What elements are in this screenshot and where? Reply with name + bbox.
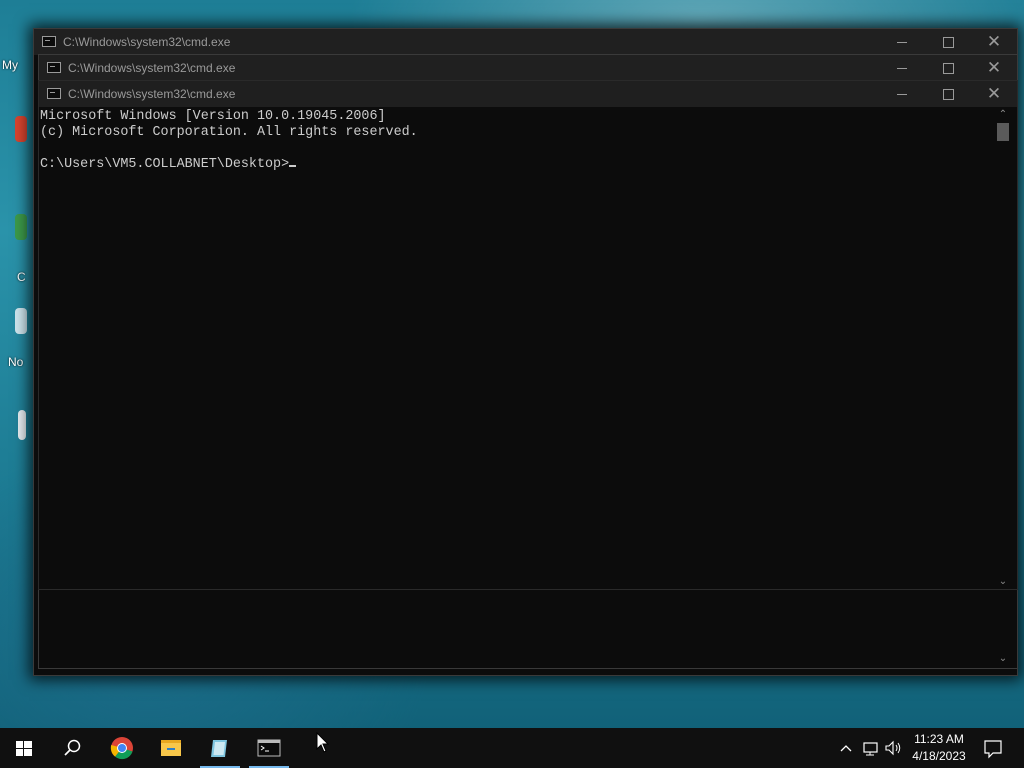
window-title: C:\Windows\system32\cmd.exe: [68, 61, 236, 75]
cmd-icon: [47, 88, 61, 99]
desktop-icon-label: C: [17, 270, 26, 284]
cmd-icon: [47, 62, 61, 73]
search-button[interactable]: [48, 728, 96, 768]
notepad-icon: [211, 740, 227, 757]
windows-start-icon: [16, 741, 32, 756]
window-title: C:\Windows\system32\cmd.exe: [63, 35, 231, 49]
scroll-up-arrow-icon[interactable]: ⌃: [995, 109, 1011, 120]
close-button[interactable]: ✕: [971, 29, 1017, 55]
minimize-button[interactable]: [879, 81, 925, 107]
cmd-window-active[interactable]: C:\Windows\system32\cmd.exe ✕ Microsoft …: [38, 80, 1018, 590]
taskbar-notepad[interactable]: [196, 728, 244, 768]
file-explorer-icon: [161, 740, 181, 756]
taskbar: 11:23 AM 4/18/2023: [0, 728, 1024, 768]
maximize-button[interactable]: [925, 29, 971, 55]
action-center-button[interactable]: [978, 728, 1008, 768]
cmd-icon: [42, 36, 56, 47]
taskbar-chrome[interactable]: [98, 728, 146, 768]
vertical-scrollbar[interactable]: ⌃ ⌄: [995, 107, 1017, 589]
scroll-down-arrow-icon[interactable]: ⌄: [995, 653, 1011, 664]
network-tray-button[interactable]: [862, 738, 880, 758]
scroll-down-arrow-icon[interactable]: ⌄: [995, 576, 1011, 587]
volume-icon: [885, 740, 901, 756]
console-line: Microsoft Windows [Version 10.0.19045.20…: [40, 109, 386, 124]
file-icon: [18, 410, 26, 440]
console-output[interactable]: Microsoft Windows [Version 10.0.19045.20…: [39, 107, 995, 589]
clock[interactable]: 11:23 AM 4/18/2023: [905, 728, 973, 768]
start-button[interactable]: [0, 728, 48, 768]
cmd-icon: [257, 739, 281, 757]
search-icon: [64, 739, 81, 756]
chevron-up-icon: [840, 745, 852, 752]
console-line: (c) Microsoft Corporation. All rights re…: [40, 125, 418, 140]
console-prompt-line[interactable]: C:\Users\VM5.COLLABNET\Desktop>: [40, 157, 995, 173]
app-icon: [15, 116, 27, 142]
text-cursor: [289, 165, 297, 167]
minimize-button[interactable]: [879, 55, 925, 81]
clock-time: 11:23 AM: [914, 732, 964, 746]
app-icon: [15, 214, 27, 240]
chrome-icon: [110, 737, 133, 760]
title-bar[interactable]: C:\Windows\system32\cmd.exe ✕: [39, 55, 1017, 81]
desktop-icon-label: No: [8, 355, 24, 369]
close-button[interactable]: ✕: [971, 81, 1017, 107]
console-prompt: C:\Users\VM5.COLLABNET\Desktop>: [40, 157, 290, 172]
network-icon: [863, 742, 878, 756]
clock-date: 4/18/2023: [912, 749, 966, 763]
desktop-icon-label: My: [2, 58, 18, 72]
minimize-button[interactable]: [879, 29, 925, 55]
maximize-button[interactable]: [925, 81, 971, 107]
notepad-icon: [15, 308, 27, 334]
mouse-pointer-icon: [316, 732, 330, 753]
taskbar-file-explorer[interactable]: [147, 728, 195, 768]
notifications-icon: [984, 740, 1002, 759]
maximize-button[interactable]: [925, 55, 971, 81]
title-bar[interactable]: C:\Windows\system32\cmd.exe ✕: [39, 81, 1017, 107]
window-title: C:\Windows\system32\cmd.exe: [68, 87, 236, 101]
title-bar[interactable]: C:\Windows\system32\cmd.exe ✕: [34, 29, 1017, 55]
show-hidden-icons-button[interactable]: [838, 738, 854, 758]
scrollbar-thumb[interactable]: [997, 123, 1009, 141]
close-button[interactable]: ✕: [971, 55, 1017, 81]
volume-tray-button[interactable]: [884, 738, 904, 758]
taskbar-cmd[interactable]: [245, 728, 293, 768]
